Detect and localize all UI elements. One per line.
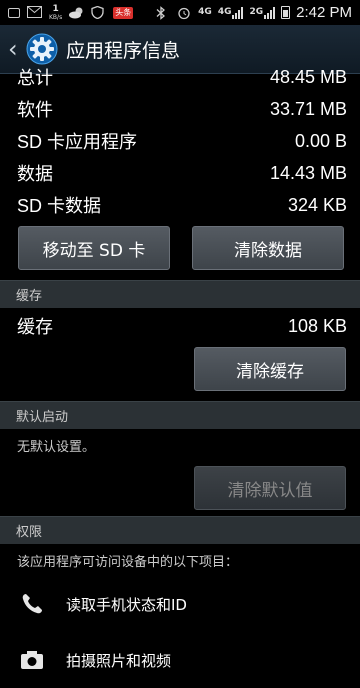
permission-label: 拍摄照片和视频 xyxy=(66,651,172,670)
storage-label: 总计 xyxy=(17,68,53,88)
storage-value: 324 KB xyxy=(287,194,347,215)
phone-icon xyxy=(18,590,46,618)
bluetooth-icon xyxy=(156,6,171,20)
shield-icon xyxy=(91,5,106,20)
storage-value: 33.71 MB xyxy=(269,98,347,119)
cache-row: 缓存 108 KB xyxy=(0,308,360,344)
storage-row-data: 数据 14.43 MB xyxy=(0,157,360,189)
net-speed-value: 1 xyxy=(52,3,59,14)
signal-label: 2G xyxy=(249,7,264,17)
default-launch-header: 默认启动 xyxy=(0,401,360,429)
news-app-badge: 头条 xyxy=(113,6,134,19)
signal-label: 4G xyxy=(198,7,212,17)
storage-row-sd-app: SD 卡应用程序 0.00 B xyxy=(0,125,360,157)
storage-value: 48.45 MB xyxy=(269,66,347,87)
permission-item[interactable]: 读取手机状态和ID xyxy=(0,576,360,632)
cache-label: 缓存 xyxy=(17,317,53,337)
signal-2g: 2G xyxy=(249,6,276,19)
storage-buttons: 移动至 SD 卡 清除数据 xyxy=(0,221,360,275)
storage-label: SD 卡应用程序 xyxy=(17,132,138,152)
clear-cache-button[interactable]: 清除缓存 xyxy=(194,347,346,391)
permission-label: 读取手机状态和ID xyxy=(66,595,187,614)
cache-section-header: 缓存 xyxy=(0,280,360,308)
cache-value: 108 KB xyxy=(287,315,347,336)
battery-icon xyxy=(281,6,291,19)
permissions-note: 该应用程序可访问设备中的以下项目： xyxy=(17,554,239,570)
storage-value: 14.43 MB xyxy=(269,162,347,183)
permissions-header: 权限 xyxy=(0,516,360,544)
storage-row-total: 总计 48.45 MB xyxy=(0,61,360,93)
signal-bars-icon xyxy=(232,6,244,19)
signal-4g-2: 4G xyxy=(217,6,244,19)
cache-buttons: 清除缓存 xyxy=(0,344,360,394)
clear-defaults-button[interactable]: 清除默认值 xyxy=(194,466,346,510)
storage-list: 总计 48.45 MB 软件 33.71 MB SD 卡应用程序 0.00 B … xyxy=(0,61,360,221)
status-bar: 1 KB/s 头条 4G 4G 2G 2:42 PM xyxy=(0,0,360,25)
signal-4g-1: 4G xyxy=(198,8,212,17)
net-speed: 1 KB/s xyxy=(49,3,63,21)
permission-item[interactable]: 拍摄照片和视频 xyxy=(0,632,360,688)
camera-icon xyxy=(18,646,46,674)
storage-value: 0.00 B xyxy=(294,130,347,151)
defaults-buttons: 清除默认值 xyxy=(0,462,360,514)
move-to-sd-button[interactable]: 移动至 SD 卡 xyxy=(18,226,170,270)
storage-label: 数据 xyxy=(17,164,53,184)
app-info-content[interactable]: 总计 48.45 MB 软件 33.71 MB SD 卡应用程序 0.00 B … xyxy=(0,67,360,688)
storage-row-software: 软件 33.71 MB xyxy=(0,93,360,125)
mail-icon xyxy=(27,6,42,19)
storage-label: SD 卡数据 xyxy=(17,196,102,216)
add-notification-icon xyxy=(8,7,20,18)
weather-icon xyxy=(69,6,84,19)
storage-row-sd-data: SD 卡数据 324 KB xyxy=(0,189,360,221)
signal-bars-icon xyxy=(264,6,276,19)
page-title: 应用程序信息 xyxy=(66,39,181,62)
back-chevron-icon[interactable]: ‹ xyxy=(8,37,22,61)
clear-data-button[interactable]: 清除数据 xyxy=(192,226,344,270)
signal-label: 4G xyxy=(217,7,232,17)
alarm-icon xyxy=(177,6,192,20)
clock: 2:42 PM xyxy=(296,4,352,21)
default-launch-note: 无默认设置。 xyxy=(17,440,96,455)
storage-label: 软件 xyxy=(17,100,53,120)
net-speed-unit: KB/s xyxy=(49,13,63,21)
